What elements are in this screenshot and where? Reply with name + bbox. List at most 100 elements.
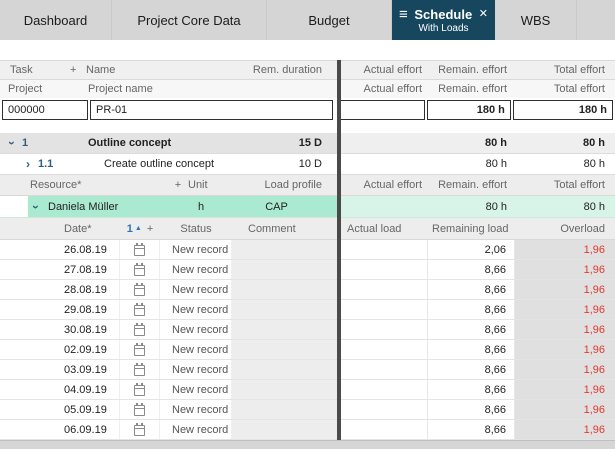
load-comment-cell[interactable] (232, 240, 337, 259)
project-remain-effort-field[interactable]: 180 h (426, 100, 511, 120)
tab-budget[interactable]: Budget (267, 0, 392, 40)
remaining-load-cell[interactable]: 8,66 (428, 300, 515, 319)
actual-load-cell[interactable] (341, 400, 428, 419)
date-picker-cell[interactable] (120, 260, 160, 279)
date-picker-cell[interactable] (120, 420, 160, 439)
load-comment-cell[interactable] (232, 400, 337, 419)
calendar-icon[interactable] (134, 403, 145, 416)
resource-unit[interactable]: h (186, 201, 216, 213)
date-picker-cell[interactable] (120, 380, 160, 399)
load-comment-cell[interactable] (232, 380, 337, 399)
hamburger-menu-icon[interactable]: ≡ (399, 7, 408, 22)
load-comment-cell[interactable] (232, 360, 337, 379)
remaining-load-cell[interactable]: 8,66 (428, 400, 515, 419)
load-comment-cell[interactable] (232, 300, 337, 319)
task-rem-duration[interactable]: 10 D (237, 154, 337, 174)
date-column-header[interactable]: Date* (56, 218, 120, 239)
sort-control[interactable]: 1 ▲ + (120, 218, 160, 239)
load-row[interactable]: 28.08.19 New record 8,66 1,96 (0, 280, 615, 300)
load-row[interactable]: 27.08.19 New record 8,66 1,96 (0, 260, 615, 280)
calendar-icon[interactable] (134, 323, 145, 336)
load-date-cell[interactable]: 30.08.19 (56, 320, 120, 339)
tab-wbs[interactable]: WBS (495, 0, 577, 40)
load-comment-cell[interactable] (232, 340, 337, 359)
remaining-load-cell[interactable]: 2,06 (428, 240, 515, 259)
actual-load-cell[interactable] (341, 260, 428, 279)
add-resource-icon[interactable]: + (170, 175, 186, 195)
task-row-1-1[interactable]: › 1.1 Create outline concept 10 D 80 h 8… (0, 154, 615, 175)
tab-schedule[interactable]: ≡ Schedule ✕ With Loads (392, 0, 495, 40)
date-picker-cell[interactable] (120, 280, 160, 299)
load-row[interactable]: 05.09.19 New record 8,66 1,96 (0, 400, 615, 420)
add-load-record-icon[interactable]: + (147, 223, 153, 235)
add-task-icon[interactable]: + (70, 61, 86, 79)
load-date-cell[interactable]: 04.09.19 (56, 380, 120, 399)
load-comment-cell[interactable] (232, 320, 337, 339)
calendar-icon[interactable] (134, 263, 145, 276)
resource-name[interactable]: Daniela Müller (44, 201, 186, 213)
collapse-resource-icon[interactable]: › (28, 201, 44, 213)
calendar-icon[interactable] (134, 343, 145, 356)
date-picker-cell[interactable] (120, 300, 160, 319)
remaining-load-cell[interactable]: 8,66 (428, 380, 515, 399)
close-tab-icon[interactable]: ✕ (479, 8, 488, 20)
tab-project-core-data[interactable]: Project Core Data (112, 0, 267, 40)
load-date-cell[interactable]: 27.08.19 (56, 260, 120, 279)
project-total-effort-field[interactable]: 180 h (512, 100, 613, 120)
load-date-cell[interactable]: 05.09.19 (56, 400, 120, 419)
calendar-icon[interactable] (134, 383, 145, 396)
load-row[interactable]: 26.08.19 New record 2,06 1,96 (0, 240, 615, 260)
tab-dashboard[interactable]: Dashboard (0, 0, 112, 40)
load-row[interactable]: 02.09.19 New record 8,66 1,96 (0, 340, 615, 360)
load-date-cell[interactable]: 28.08.19 (56, 280, 120, 299)
remaining-load-cell[interactable]: 8,66 (428, 280, 515, 299)
actual-load-cell[interactable] (341, 280, 428, 299)
actual-load-cell[interactable] (341, 380, 428, 399)
remaining-load-cell[interactable]: 8,66 (428, 420, 515, 439)
load-date-cell[interactable]: 29.08.19 (56, 300, 120, 319)
remaining-load-cell[interactable]: 8,66 (428, 320, 515, 339)
task-row-1[interactable]: › 1 Outline concept 15 D 80 h 80 h (0, 133, 615, 154)
calendar-icon[interactable] (134, 363, 145, 376)
load-row[interactable]: 29.08.19 New record 8,66 1,96 (0, 300, 615, 320)
task-name[interactable]: Create outline concept (88, 154, 237, 174)
remaining-load-cell[interactable]: 8,66 (428, 260, 515, 279)
load-comment-cell[interactable] (232, 280, 337, 299)
date-picker-cell[interactable] (120, 240, 160, 259)
actual-load-cell[interactable] (341, 320, 428, 339)
load-comment-cell[interactable] (232, 420, 337, 439)
load-row[interactable]: 03.09.19 New record 8,66 1,96 (0, 360, 615, 380)
calendar-icon[interactable] (134, 243, 145, 256)
load-date-cell[interactable]: 03.09.19 (56, 360, 120, 379)
task-rem-duration[interactable]: 15 D (237, 133, 337, 153)
collapse-task-icon[interactable]: › (4, 133, 20, 153)
calendar-icon[interactable] (134, 303, 145, 316)
actual-load-cell[interactable] (341, 360, 428, 379)
load-comment-cell[interactable] (232, 260, 337, 279)
load-row[interactable]: 04.09.19 New record 8,66 1,96 (0, 380, 615, 400)
calendar-icon[interactable] (134, 423, 145, 436)
load-date-cell[interactable]: 02.09.19 (56, 340, 120, 359)
load-row[interactable]: 06.09.19 New record 8,66 1,96 (0, 420, 615, 440)
task-name[interactable]: Outline concept (88, 133, 237, 153)
project-actual-effort-field[interactable] (339, 100, 425, 120)
load-date-cell[interactable]: 06.09.19 (56, 420, 120, 439)
date-picker-cell[interactable] (120, 400, 160, 419)
load-row[interactable]: 30.08.19 New record 8,66 1,96 (0, 320, 615, 340)
expand-task-icon[interactable]: › (20, 154, 36, 174)
remaining-load-cell[interactable]: 8,66 (428, 340, 515, 359)
project-id-field[interactable]: 000000 (2, 100, 88, 120)
project-name-field[interactable]: PR-01 (90, 100, 333, 120)
date-picker-cell[interactable] (120, 360, 160, 379)
calendar-icon[interactable] (134, 283, 145, 296)
date-picker-cell[interactable] (120, 320, 160, 339)
sort-ascending-icon[interactable]: ▲ (135, 225, 142, 232)
load-date-cell[interactable]: 26.08.19 (56, 240, 120, 259)
actual-load-cell[interactable] (341, 420, 428, 439)
actual-load-cell[interactable] (341, 240, 428, 259)
date-picker-cell[interactable] (120, 340, 160, 359)
resource-load-profile[interactable]: CAP (216, 201, 337, 213)
remaining-load-cell[interactable]: 8,66 (428, 360, 515, 379)
actual-load-cell[interactable] (341, 300, 428, 319)
resource-row-selected[interactable]: › Daniela Müller h CAP 80 h 80 h (0, 196, 615, 218)
